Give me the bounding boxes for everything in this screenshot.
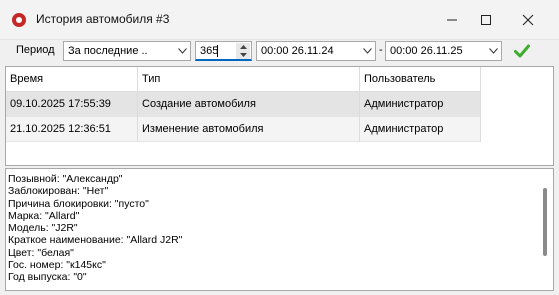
- period-label: Период: [16, 44, 55, 56]
- chevron-down-icon[interactable]: [174, 42, 190, 60]
- days-value: 365: [200, 45, 219, 57]
- spin-down-icon[interactable]: [236, 51, 250, 59]
- minimize-icon: [447, 19, 457, 21]
- detail-line: Гос. номер: "к145кс": [8, 259, 106, 272]
- maximize-icon: [481, 15, 491, 25]
- cell-type: Создание автомобиля: [138, 92, 360, 117]
- detail-line: Модель: "J2R": [8, 222, 78, 235]
- details-scrollbar[interactable]: [543, 188, 547, 256]
- days-stepper[interactable]: 365: [195, 41, 252, 61]
- table-header: Время Тип Пользователь: [6, 67, 481, 92]
- cell-time: 09.10.2025 17:55:39: [6, 92, 138, 117]
- history-table: Время Тип Пользователь 09.10.2025 17:55:…: [5, 66, 554, 166]
- period-select[interactable]: За последние ..: [63, 41, 191, 61]
- cell-user: Администратор: [360, 92, 481, 117]
- text-cursor: [217, 45, 218, 57]
- details-panel: Позывной: "Александр" Заблокирован: "Нет…: [5, 168, 554, 291]
- table-row[interactable]: 09.10.2025 17:55:39 Создание автомобиля …: [6, 92, 481, 117]
- date-separator: -: [379, 44, 383, 56]
- cell-type: Изменение автомобиля: [138, 117, 360, 142]
- date-to-value: 00:00 26.11.25: [390, 45, 463, 57]
- detail-line: Краткое наименование: "Allard J2R": [8, 234, 183, 247]
- detail-line: Причина блокировки: "пусто": [8, 197, 149, 210]
- close-icon: [522, 14, 534, 26]
- chevron-down-icon[interactable]: [359, 42, 375, 60]
- spin-up-icon[interactable]: [236, 43, 250, 51]
- detail-line: Заблокирован: "Нет": [8, 185, 109, 198]
- date-from-picker[interactable]: 00:00 26.11.24: [256, 41, 376, 61]
- app-record-icon: [12, 13, 26, 27]
- cell-user: Администратор: [360, 117, 481, 142]
- filter-toolbar: Период За последние .. 365 00:00 26.11.2…: [0, 40, 559, 64]
- date-to-picker[interactable]: 00:00 26.11.25: [385, 41, 502, 61]
- detail-line: Позывной: "Александр": [8, 173, 123, 185]
- maximize-button[interactable]: [466, 4, 506, 36]
- table-row[interactable]: 21.10.2025 12:36:51 Изменение автомобиля…: [6, 117, 481, 142]
- title-bar: История автомобиля #3: [0, 0, 559, 40]
- detail-line: Марка: "Allard": [8, 209, 80, 222]
- period-select-value: За последние ..: [68, 45, 148, 57]
- chevron-down-icon[interactable]: [485, 42, 501, 60]
- cell-time: 21.10.2025 12:36:51: [6, 117, 138, 142]
- column-header-type[interactable]: Тип: [138, 67, 360, 92]
- detail-line: Цвет: "белая": [8, 246, 74, 259]
- checkmark-icon[interactable]: [514, 43, 530, 59]
- date-from-value: 00:00 26.11.24: [261, 45, 334, 57]
- close-button[interactable]: [508, 4, 548, 36]
- window-title: История автомобиля #3: [36, 12, 170, 26]
- column-header-time[interactable]: Время: [6, 67, 138, 92]
- column-header-user[interactable]: Пользователь: [360, 67, 481, 92]
- detail-line: Год выпуска: "0": [8, 271, 87, 284]
